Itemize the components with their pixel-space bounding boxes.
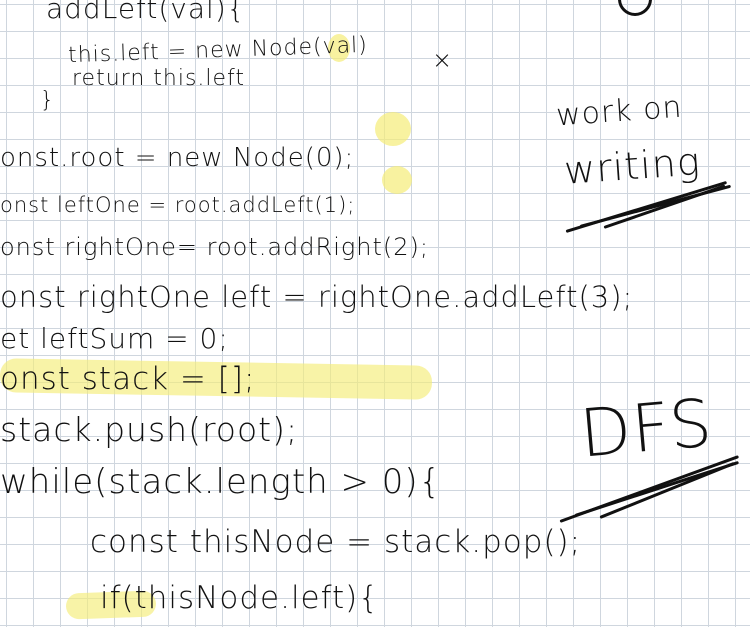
note-canvas: addLeft(val){ this.left = new Node(val) … [0,0,750,627]
code-line: et leftSum = 0; [0,322,229,355]
code-line: stack.push(root); [0,410,299,449]
highlight-dot [382,166,412,194]
code-line: const thisNode = stack.pop(); [90,524,582,560]
code-line: onst rightOne left = rightOne.addLeft(3)… [0,280,634,314]
code-line: onst.root = new Node(0); [0,143,355,173]
code-line: } [40,88,55,113]
highlight-dot [375,112,411,146]
code-line: this.left = new Node(val) [67,32,369,69]
code-line: onst stack = []; [0,361,256,397]
code-line: while(stack.length > 0){ [0,462,442,502]
stray-mark: × [432,46,454,74]
code-line: onst rightOne= root.addRight(2); [0,233,429,261]
code-line: onst leftOne = root.addLeft(1); [0,193,356,217]
circle-fragment [618,0,652,16]
dfs-label: DFS [576,384,716,473]
margin-note: writing [562,139,702,193]
margin-note: work on [554,89,684,134]
code-line: return this.left [72,66,246,91]
code-line: addLeft(val){ [46,0,246,25]
underline-stroke [599,461,736,519]
code-line: if(thisNode.left){ [100,580,379,616]
underline-stroke [603,184,726,229]
